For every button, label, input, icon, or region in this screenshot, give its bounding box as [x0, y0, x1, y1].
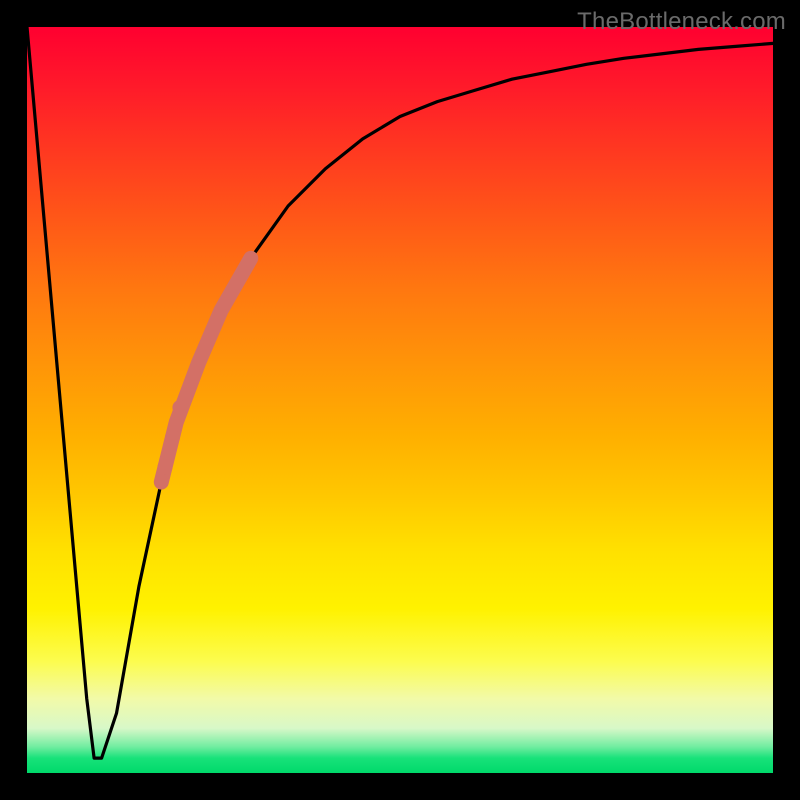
highlight-segment [161, 258, 251, 482]
chart-svg [27, 27, 773, 773]
chart-frame: TheBottleneck.com [0, 0, 800, 800]
plot-area [27, 27, 773, 773]
highlight-point [172, 400, 187, 415]
bottleneck-curve [27, 27, 773, 758]
highlight-point [158, 460, 173, 475]
highlight-point [165, 430, 180, 445]
